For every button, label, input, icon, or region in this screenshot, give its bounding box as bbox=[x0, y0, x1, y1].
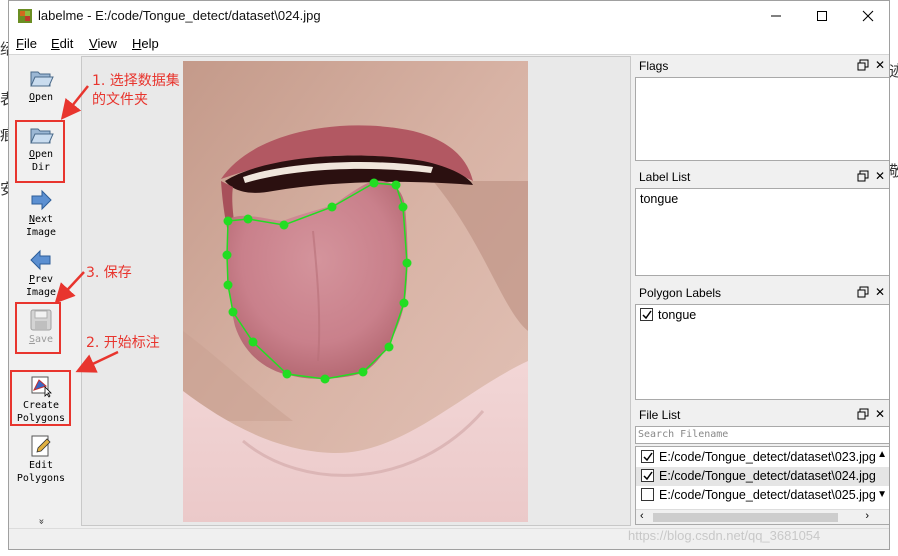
watermark: https://blog.csdn.net/qq_3681054 bbox=[628, 528, 821, 543]
arrow-to-create-polygons bbox=[75, 350, 119, 373]
arrow-to-save bbox=[54, 271, 85, 304]
annotation-arrows bbox=[54, 85, 119, 373]
arrow-to-open-dir bbox=[60, 85, 89, 120]
